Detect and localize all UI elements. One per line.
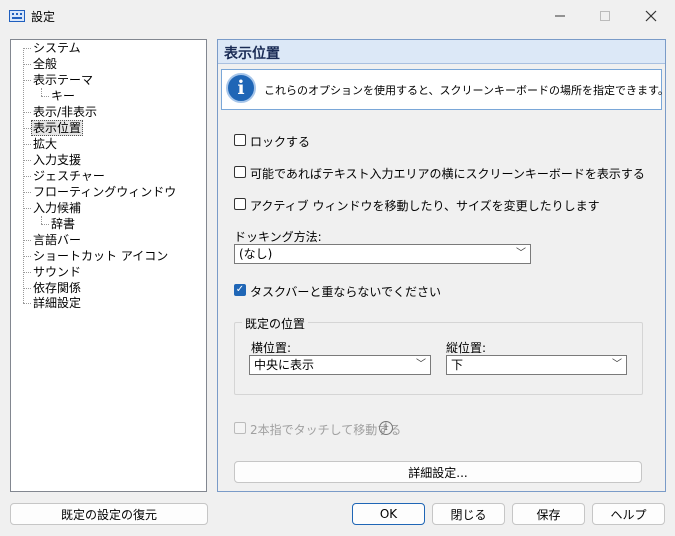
tree-item-general[interactable]: 全般 [31,56,59,72]
help-button[interactable]: ヘルプ [592,503,665,525]
beside-text-label: 可能であればテキスト入力エリアの横にスクリーンキーボードを表示する [250,167,645,181]
docking-label: ドッキング方法: [234,230,322,244]
chevron-down-icon: ﹀ [516,248,526,259]
lock-label: ロックする [250,135,311,149]
tree-item-suggestions[interactable]: 入力候補 [31,200,83,216]
tree-item-floating-window[interactable]: フローティングウィンドウ [31,184,178,200]
taskbar-checkbox[interactable]: ✓ [234,284,246,296]
beside-text-checkbox[interactable] [234,166,246,178]
advanced-settings-button[interactable]: 詳細設定... [234,461,642,483]
tree-item-dependencies[interactable]: 依存関係 [31,280,83,296]
minimize-button[interactable] [537,0,583,32]
default-position-label: 既定の位置 [242,315,309,332]
maximize-button[interactable] [582,0,628,32]
tree-item-sound[interactable]: サウンド [31,264,83,280]
tree-item-dictionary[interactable]: 辞書 [49,216,77,232]
taskbar-label: タスクバーと重ならないでください [250,285,442,299]
save-button[interactable]: 保存 [512,503,585,525]
info-icon: i [226,73,256,103]
docking-value: (なし) [239,247,273,261]
horizontal-label: 横位置: [251,341,292,355]
tree-item-language-bar[interactable]: 言語バー [31,232,83,248]
window-title: 設定 [31,10,56,24]
tree-item-system[interactable]: システム [31,40,83,56]
close-icon [645,10,657,22]
horizontal-value: 中央に表示 [254,358,315,372]
info-text: これらのオプションを使用すると、スクリーンキーボードの場所を指定できます。 [264,84,669,97]
chevron-down-icon: ﹀ [416,359,426,370]
tree-item-shortcut-icon[interactable]: ショートカット アイコン [31,248,170,264]
keyboard-icon [9,10,25,22]
docking-select[interactable]: (なし) ﹀ [234,244,531,264]
tree-item-show-hide[interactable]: 表示/非表示 [31,104,99,120]
active-window-label: アクティブ ウィンドウを移動したり、サイズを変更したりします [250,199,600,213]
active-window-checkbox[interactable] [234,198,246,210]
vertical-select[interactable]: 下 ﹀ [446,355,627,375]
lock-checkbox[interactable] [234,134,246,146]
chevron-down-icon: ﹀ [612,359,622,370]
restore-defaults-button[interactable]: 既定の設定の復元 [10,503,208,525]
tree-item-position[interactable]: 表示位置 [31,120,84,136]
info-circle-icon[interactable]: i [379,421,393,435]
vertical-value: 下 [451,358,464,372]
tree-item-advanced[interactable]: 詳細設定 [31,295,83,311]
tree-item-zoom[interactable]: 拡大 [31,136,59,152]
two-finger-checkbox[interactable] [234,422,246,434]
ok-button[interactable]: OK [352,503,425,525]
tree-item-keys[interactable]: キー [49,88,77,104]
minimize-icon [555,15,565,17]
settings-tree[interactable]: システム 全般 表示テーマ キー 表示/非表示 表示位置 拡大 入力支援 ジェス… [10,39,207,492]
close-dialog-button[interactable]: 閉じる [432,503,505,525]
tree-item-theme[interactable]: 表示テーマ [31,72,95,88]
tree-item-input-assist[interactable]: 入力支援 [31,152,83,168]
vertical-label: 縦位置: [446,341,487,355]
panel-title: 表示位置 [224,46,280,62]
tree-item-gestures[interactable]: ジェスチャー [31,168,107,184]
panel-header [218,40,665,64]
close-button[interactable] [628,0,674,32]
maximize-icon [600,11,610,21]
horizontal-select[interactable]: 中央に表示 ﹀ [249,355,431,375]
